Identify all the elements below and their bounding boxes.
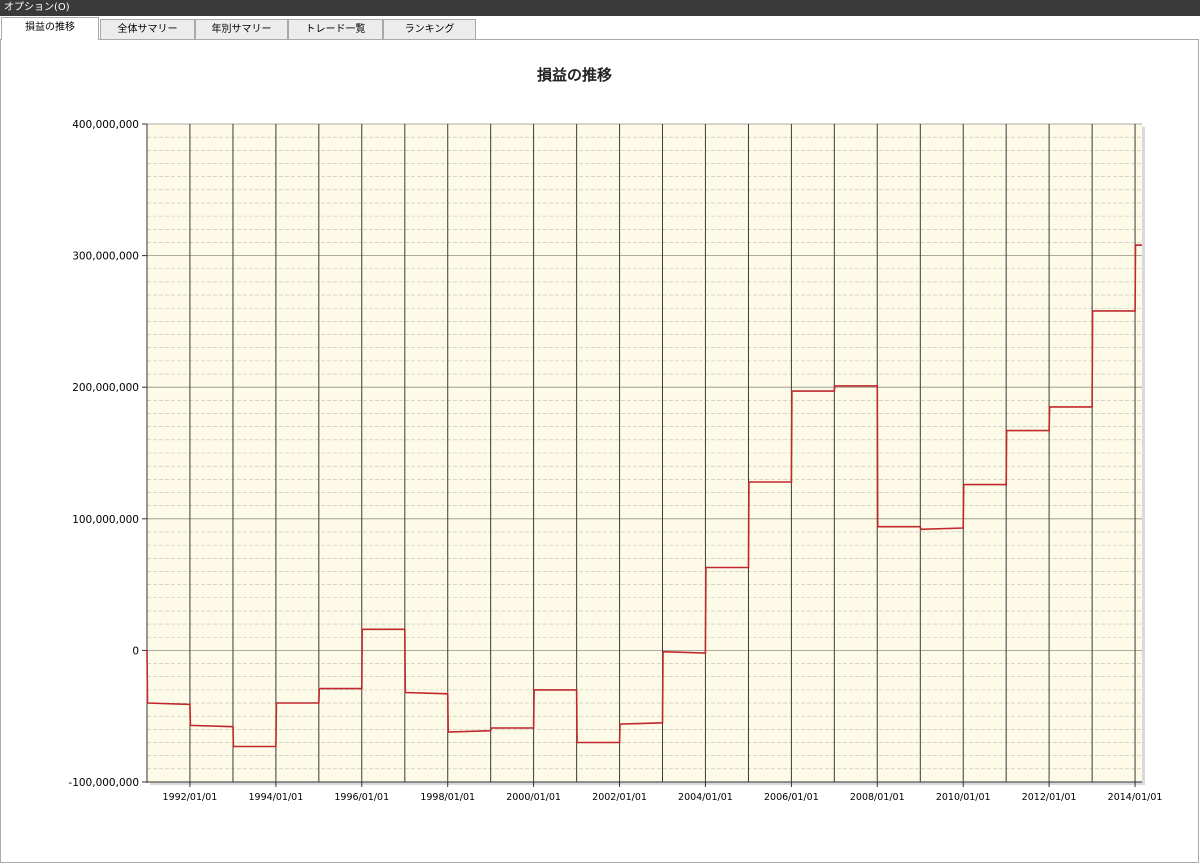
x-tick-label: 1992/01/01 bbox=[163, 792, 218, 803]
plot-area bbox=[147, 124, 1142, 782]
y-tick-label: 200,000,000 bbox=[72, 382, 139, 394]
x-tick-label: 2004/01/01 bbox=[678, 792, 733, 803]
x-tick-label: 2014/01/01 bbox=[1108, 792, 1163, 803]
chart-title: 損益の推移 bbox=[537, 66, 612, 84]
x-tick-label: 1994/01/01 bbox=[249, 792, 304, 803]
tab-yearly-summary[interactable]: 年別サマリー bbox=[195, 19, 288, 39]
x-tick-label: 2002/01/01 bbox=[592, 792, 647, 803]
x-tick-label: 2008/01/01 bbox=[850, 792, 905, 803]
y-tick-label: 0 bbox=[132, 645, 139, 657]
tab-strip: 損益の推移 全体サマリー 年別サマリー トレード一覧 ランキング bbox=[0, 16, 1200, 40]
tab-profit-loss-trend[interactable]: 損益の推移 bbox=[1, 17, 99, 40]
x-tick-label: 2000/01/01 bbox=[506, 792, 561, 803]
menu-options[interactable]: オプション(O) bbox=[4, 1, 70, 15]
tab-overall-summary[interactable]: 全体サマリー bbox=[100, 19, 195, 39]
profit-loss-chart: -100,000,000 0 100,000,000 200,000,000 300,0… bbox=[68, 66, 1163, 803]
x-tick-label: 1996/01/01 bbox=[334, 792, 389, 803]
menu-bar: オプション(O) bbox=[0, 0, 1200, 16]
x-tick-label: 1998/01/01 bbox=[420, 792, 475, 803]
x-tick-label: 2006/01/01 bbox=[764, 792, 819, 803]
tab-ranking[interactable]: ランキング bbox=[383, 19, 476, 39]
x-tick-label: 2010/01/01 bbox=[936, 792, 991, 803]
y-tick-label: 100,000,000 bbox=[72, 514, 139, 526]
x-tick-label: 2012/01/01 bbox=[1022, 792, 1077, 803]
tab-trade-list[interactable]: トレード一覧 bbox=[288, 19, 383, 39]
y-tick-label: -100,000,000 bbox=[68, 777, 139, 789]
chart-panel: -100,000,000 0 100,000,000 200,000,000 300,0… bbox=[0, 39, 1199, 863]
y-tick-label: 400,000,000 bbox=[72, 119, 139, 131]
y-tick-label: 300,000,000 bbox=[72, 251, 139, 263]
